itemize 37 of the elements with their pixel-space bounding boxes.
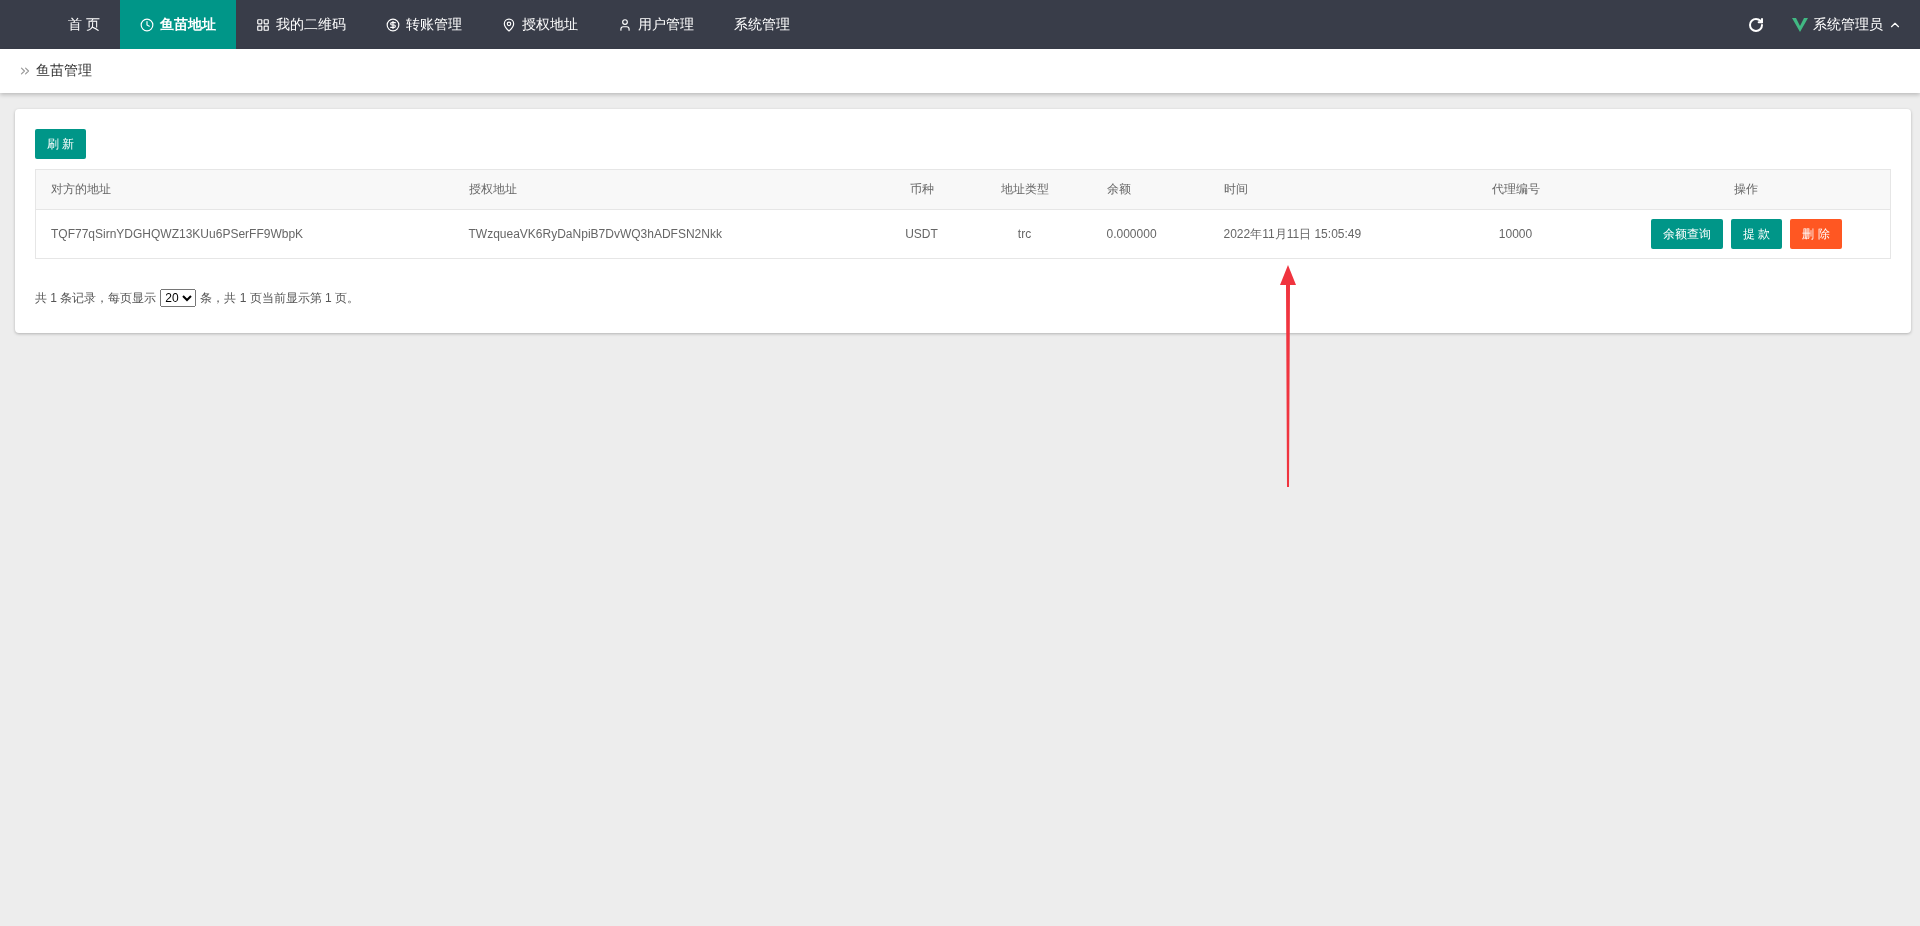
- pagination-text: 共 1 条记录，每页显示: [35, 289, 157, 307]
- column-header: 代理编号: [1428, 169, 1603, 210]
- column-header: 对方的地址: [35, 169, 454, 210]
- action-button[interactable]: 提 款: [1730, 219, 1783, 249]
- table-cell: 0.000000: [1091, 209, 1209, 259]
- column-header: 时间: [1208, 169, 1429, 210]
- user-icon: [617, 17, 632, 32]
- column-header: 授权地址: [453, 169, 886, 210]
- table-cell: 2022年11月11日 15:05:49: [1208, 209, 1429, 259]
- table-cell: trc: [957, 209, 1092, 259]
- pagination-text: 条，共 1 页当前显示第 1 页。: [200, 289, 360, 307]
- grid-icon: [255, 17, 270, 32]
- table-cell: USDT: [885, 209, 958, 259]
- page-size-select[interactable]: 20: [160, 289, 197, 307]
- column-header: 余额: [1091, 169, 1209, 210]
- v-logo-icon: [1792, 17, 1808, 32]
- column-header: 操作: [1602, 169, 1891, 210]
- user-menu[interactable]: 系统管理员: [1792, 15, 1902, 34]
- action-button[interactable]: 余额查询: [1650, 219, 1723, 249]
- table-cell: TWzqueaVK6RyDaNpiB7DvWQ3hADFSN2Nkk: [453, 209, 886, 259]
- nav-tab[interactable]: 用户管理: [597, 0, 714, 49]
- table-cell: 10000: [1428, 209, 1603, 259]
- breadcrumb-text: 鱼苗管理: [36, 62, 92, 80]
- chevrons-icon: [18, 64, 32, 78]
- column-header: 币种: [885, 169, 958, 210]
- table-cell: TQF77qSirnYDGHQWZ13KUu6PSerFF9WbpK: [35, 209, 454, 259]
- nav-tab[interactable]: 转账管理: [365, 0, 482, 49]
- refresh-button[interactable]: 刷 新: [35, 129, 87, 159]
- refresh-icon[interactable]: [1748, 16, 1764, 33]
- nav-tab[interactable]: 首 页: [48, 0, 120, 49]
- clock-icon: [139, 17, 154, 32]
- column-header: 地址类型: [957, 169, 1092, 210]
- nav-tab[interactable]: 我的二维码: [235, 0, 366, 49]
- pin-icon: [501, 17, 516, 32]
- nav-tab[interactable]: 授权地址: [481, 0, 598, 49]
- nav-tab[interactable]: 鱼苗地址: [119, 0, 236, 49]
- nav-tab[interactable]: 系统管理: [713, 0, 810, 49]
